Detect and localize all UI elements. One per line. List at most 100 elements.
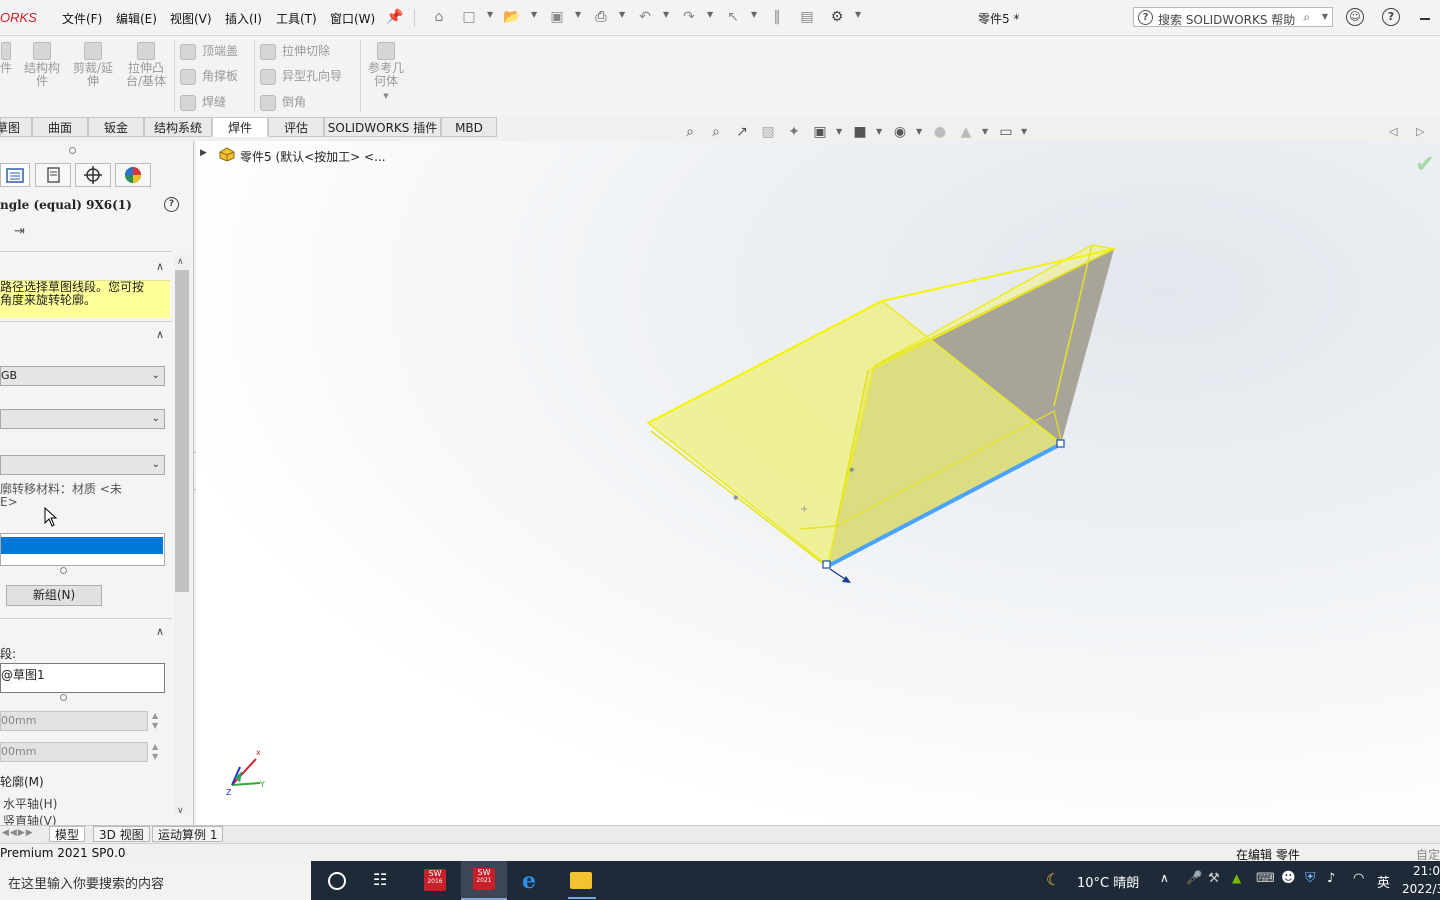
new-group-button[interactable]: 新组(N) — [6, 585, 102, 606]
tab-sketch[interactable]: 草图 — [0, 117, 32, 137]
horizontal-axis-option[interactable]: 水平轴(H) — [0, 795, 57, 812]
hide-show-icon[interactable]: ◉ — [891, 123, 909, 141]
dynamic-annotation-icon[interactable]: ✦ — [785, 123, 803, 141]
internet-explorer-icon[interactable]: e — [522, 868, 536, 894]
select-cursor-icon[interactable]: ↖ — [724, 8, 742, 26]
network-wifi-icon[interactable]: ◠ — [1353, 871, 1364, 886]
gap-1-spin-icon[interactable]: ▲ ▼ — [152, 711, 158, 731]
tab-motion-study[interactable]: 运动算例 1 — [152, 826, 224, 842]
tray-expand-icon[interactable]: ∧ — [1160, 871, 1169, 885]
size-combo[interactable]: ⌄ — [0, 455, 165, 475]
display-manager-tab[interactable] — [115, 163, 151, 187]
extruded-boss-button[interactable]: 拉伸凸台/基体 — [122, 42, 170, 88]
settings-collapse-icon[interactable]: ∧ — [156, 625, 164, 638]
print-icon[interactable]: ⎙ — [592, 8, 610, 26]
gap-2-spin-icon[interactable]: ▲ ▼ — [152, 742, 158, 762]
path-endpoint-handle[interactable] — [1056, 439, 1065, 448]
menu-window[interactable]: 窗口(W) — [330, 10, 375, 27]
new-dropdown-icon[interactable]: ▼ — [487, 10, 493, 19]
undo-icon[interactable]: ↶ — [636, 8, 654, 26]
options-gear-icon[interactable]: ⚙ — [828, 8, 846, 26]
file-properties-icon[interactable]: ▤ — [798, 8, 816, 26]
display-style-icon[interactable]: ■ — [851, 123, 869, 141]
zoom-area-icon[interactable]: ⌕ — [707, 123, 725, 141]
nvidia-icon[interactable]: ▲ — [1232, 871, 1241, 885]
help-icon[interactable]: ? — [1382, 8, 1400, 26]
scroll-down-icon[interactable]: ∨ — [177, 806, 184, 816]
tab-structure-system[interactable]: 结构系统 — [144, 117, 212, 137]
edit-appearance-icon[interactable]: ● — [931, 123, 949, 141]
display-style-dropdown-icon[interactable]: ▼ — [876, 127, 882, 136]
print-dropdown-icon[interactable]: ▼ — [619, 10, 625, 19]
end-cap-button[interactable]: 顶端盖 — [180, 42, 238, 60]
mirror-profile-label[interactable]: 轮廓(M) — [0, 773, 44, 790]
feature-manager-tab[interactable] — [0, 163, 30, 187]
new-document-icon[interactable]: □ — [460, 8, 478, 26]
tab-sheetmetal[interactable]: 钣金 — [88, 117, 144, 137]
tab-mbd[interactable]: MBD — [441, 117, 497, 137]
view-settings-dropdown-icon[interactable]: ▼ — [1021, 127, 1027, 136]
scrollbar-thumb[interactable] — [175, 270, 189, 592]
redo-icon[interactable]: ↷ — [680, 8, 698, 26]
tab-weldments[interactable]: 焊件 — [212, 117, 268, 137]
tab-scroll-arrows-icon[interactable]: ◀◀▶▶ — [2, 828, 34, 838]
gap-input-1[interactable]: 00mm — [0, 711, 148, 731]
rebuild-icon[interactable]: ‖ — [768, 8, 786, 26]
undo-dropdown-icon[interactable]: ▼ — [663, 10, 669, 19]
open-dropdown-icon[interactable]: ▼ — [531, 10, 537, 19]
weather-text[interactable]: 10°C 晴朗 — [1077, 872, 1139, 891]
weld-bead-button[interactable]: 焊缝 — [180, 93, 226, 111]
menu-file[interactable]: 文件(F) — [62, 10, 102, 27]
view-settings-monitor-icon[interactable]: ▭ — [997, 123, 1015, 141]
taskbar-app-solidworks-2021[interactable]: SW 2021 — [461, 861, 507, 900]
menu-edit[interactable]: 编辑(E) — [116, 10, 157, 27]
vertical-axis-option[interactable]: 竖直轴(V) — [0, 815, 57, 825]
path-endpoint-handle[interactable] — [822, 560, 831, 569]
task-view-icon[interactable]: ☷ — [373, 870, 387, 889]
cortana-icon[interactable] — [328, 872, 346, 890]
clock-date[interactable]: 2022/3 — [1402, 882, 1440, 896]
help-search-box[interactable]: ? 搜索 SOLIDWORKS 帮助 ⌕ ▼ — [1133, 7, 1333, 27]
panel-expand-icon[interactable]: ▷ — [1416, 125, 1424, 138]
taskbar-search-input[interactable]: 在这里输入你要搜索的内容 — [8, 873, 164, 892]
clock-time[interactable]: 21:0 — [1413, 864, 1440, 878]
home-icon[interactable]: ⌂ — [430, 8, 448, 26]
select-dropdown-icon[interactable]: ▼ — [751, 10, 757, 19]
structural-member-button[interactable]: 结构构件 — [20, 42, 64, 88]
keep-visible-pin-icon[interactable]: ⇥ — [14, 224, 25, 239]
tab-solidworks-addins[interactable]: SOLIDWORKS 插件 — [324, 117, 441, 137]
list-resize-handle[interactable] — [60, 567, 67, 574]
qq-penguin-icon[interactable]: ☻ — [1281, 870, 1296, 886]
standard-combo[interactable]: GB ⌄ — [0, 366, 165, 386]
reference-geometry-button[interactable]: 参考几何体 ▼ — [366, 42, 406, 103]
scene-dropdown-icon[interactable]: ▼ — [982, 127, 988, 136]
ribbon-partial-button[interactable]: 件 — [0, 42, 12, 75]
tab-3d-view[interactable]: 3D 视图 — [93, 826, 150, 842]
tray-device-icon[interactable]: ⌨ — [1256, 871, 1275, 886]
chamfer-button[interactable]: 倒角 — [260, 93, 306, 111]
menu-view[interactable]: 视图(V) — [170, 10, 212, 27]
tab-surface[interactable]: 曲面 — [32, 117, 88, 137]
open-folder-icon[interactable]: 📂 — [503, 8, 521, 26]
hide-show-dropdown-icon[interactable]: ▼ — [916, 127, 922, 136]
previous-view-icon[interactable]: ↗ — [733, 123, 751, 141]
view-orientation-icon[interactable]: ▣ — [811, 123, 829, 141]
section-view-icon[interactable]: ▧ — [759, 123, 777, 141]
taskbar-search[interactable]: 在这里输入你要搜索的内容 — [0, 861, 311, 900]
angle-iron-model[interactable]: + ✷ ✷ — [196, 141, 1440, 825]
panel-splitter-handle[interactable] — [69, 147, 76, 154]
microphone-icon[interactable]: 🎤 — [1186, 871, 1202, 886]
save-dropdown-icon[interactable]: ▼ — [575, 10, 581, 19]
gusset-button[interactable]: 角撑板 — [180, 67, 238, 85]
tab-model[interactable]: 模型 — [49, 826, 86, 842]
search-icon[interactable]: ⌕ — [1303, 10, 1310, 25]
trim-extend-button[interactable]: 剪裁/延伸 — [70, 42, 116, 88]
panel-restore-icon[interactable]: ◁ — [1389, 125, 1397, 138]
security-shield-icon[interactable]: ⛨ — [1305, 870, 1316, 886]
volume-icon[interactable]: ♪ — [1327, 871, 1335, 886]
tray-app-icon[interactable]: ⚒ — [1208, 871, 1220, 886]
menu-insert[interactable]: 插入(I) — [225, 10, 262, 27]
apply-scene-icon[interactable]: ▲ — [957, 123, 975, 141]
path-segments-list[interactable]: @草图1 — [0, 663, 165, 693]
configuration-manager-tab[interactable] — [75, 163, 111, 187]
